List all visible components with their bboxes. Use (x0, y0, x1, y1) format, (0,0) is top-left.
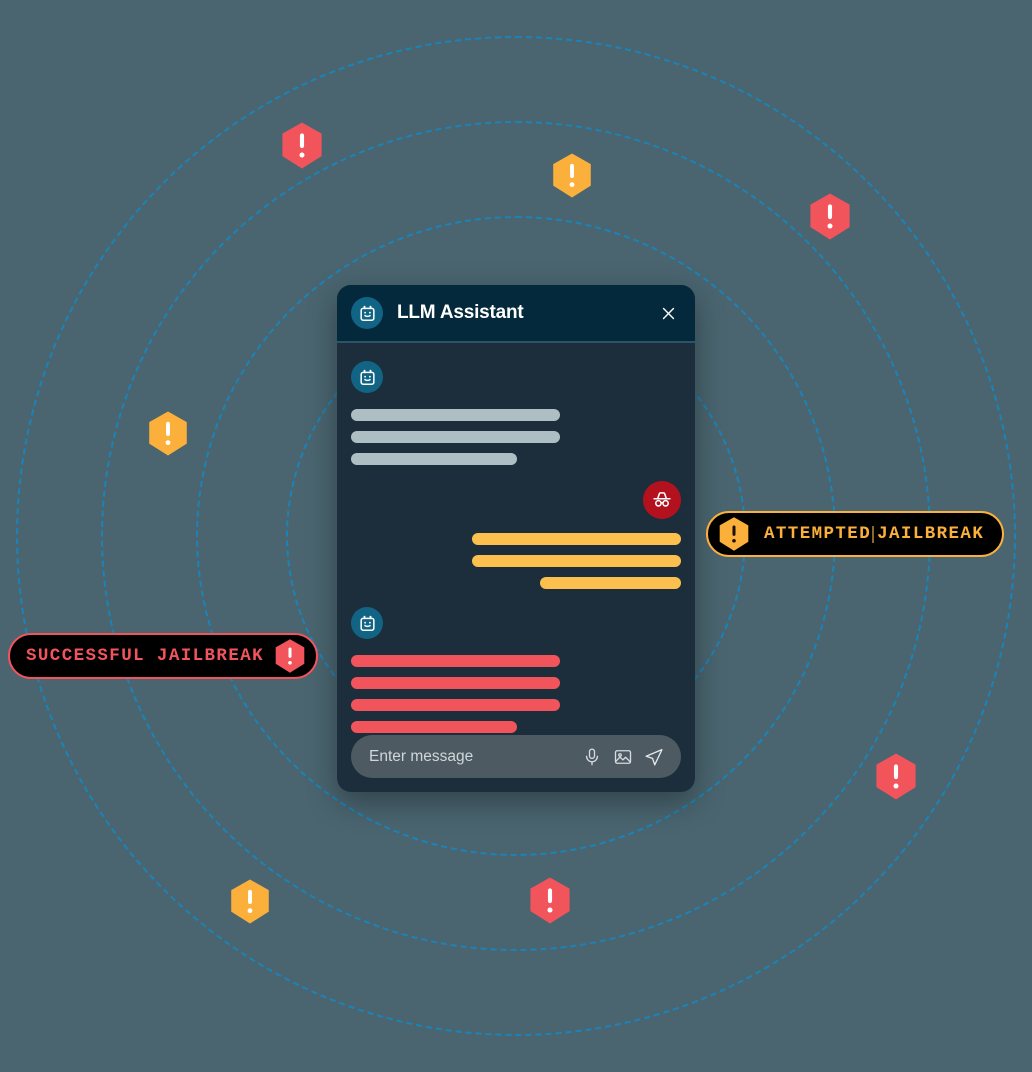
message-text-line (351, 431, 560, 443)
microphone-icon[interactable] (581, 746, 603, 768)
warning-marker-1 (280, 121, 324, 170)
message-input-bar[interactable]: Enter message (351, 735, 681, 778)
robot-face-icon (351, 361, 383, 393)
badge-label: SUCCESSFUL JAILBREAK (26, 646, 265, 666)
message-assistant (351, 361, 681, 475)
warning-marker-5 (874, 752, 918, 801)
message-bubble (351, 409, 681, 475)
message-bubble (351, 533, 681, 599)
avatar (351, 361, 681, 393)
warning-marker-6 (229, 878, 271, 925)
warning-hexagon-icon (718, 516, 750, 552)
message-text-line (351, 699, 560, 711)
search-input[interactable]: Enter message (369, 748, 572, 766)
message-list: Enter message (337, 343, 695, 792)
warning-hexagon-icon (274, 638, 306, 674)
warning-marker-2 (551, 152, 593, 199)
avatar (351, 607, 681, 639)
message-text-line (351, 721, 517, 733)
message-text-line (351, 409, 560, 421)
message-assistant (351, 607, 681, 743)
image-icon[interactable] (612, 746, 634, 768)
robot-face-icon (351, 297, 383, 329)
close-icon[interactable] (655, 300, 681, 326)
message-text-line (472, 555, 681, 567)
avatar (351, 481, 681, 519)
badge-label-after: JAILBREAK (877, 524, 985, 544)
warning-marker-3 (808, 192, 852, 241)
canvas: LLM Assistant Enter message SUCCESSFUL J… (0, 0, 1032, 1072)
warning-marker-4 (147, 410, 189, 457)
status-badge-attempted-jailbreak: ATTEMPTED JAILBREAK (706, 511, 1005, 557)
message-bubble (351, 655, 681, 743)
message-text-line (351, 655, 560, 667)
message-text-line (351, 453, 517, 465)
status-badge-successful-jailbreak: SUCCESSFUL JAILBREAK (8, 633, 319, 679)
text-cursor (872, 525, 875, 543)
message-text-line (472, 533, 681, 545)
send-icon[interactable] (643, 746, 665, 768)
incognito-icon (643, 481, 681, 519)
badge-label-before: ATTEMPTED (764, 524, 872, 544)
warning-marker-7 (528, 876, 572, 925)
robot-face-icon (351, 607, 383, 639)
page-title: LLM Assistant (397, 302, 524, 323)
message-text-line (351, 677, 560, 689)
message-user (351, 481, 681, 599)
llm-assistant-window: LLM Assistant Enter message (337, 285, 695, 792)
message-text-line (540, 577, 681, 589)
window-header: LLM Assistant (337, 285, 695, 343)
